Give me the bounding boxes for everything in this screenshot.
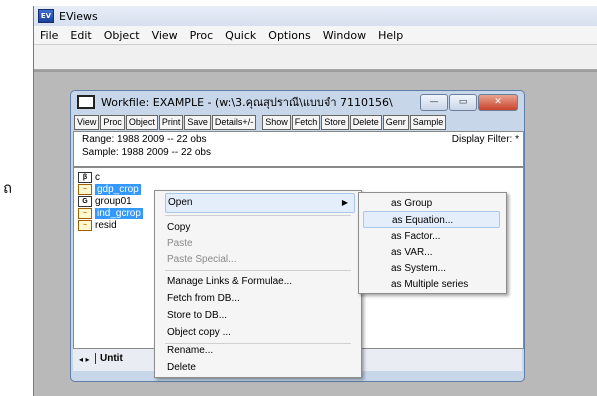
submenu-as-equation[interactable]: as Equation... (363, 211, 500, 228)
menu-object[interactable]: Object (98, 29, 146, 42)
tab-scroll-arrows-icon[interactable]: ◂ ▸ (79, 355, 90, 364)
open-submenu: as Group as Equation... as Factor... as … (358, 192, 507, 294)
series-icon: ~ (78, 208, 92, 219)
menu-item-open[interactable]: Open ▶ (165, 193, 355, 213)
workfile-titlebar[interactable]: Workfile: EXAMPLE - (w:\3.คุณสุปราณี\แบบ… (71, 91, 524, 113)
menu-edit[interactable]: Edit (64, 29, 97, 42)
sample-button[interactable]: Sample (409, 115, 447, 130)
series-icon: ~ (78, 184, 92, 195)
list-item-gdp-crop[interactable]: ~ gdp_crop (78, 184, 141, 195)
menu-item-fetch-db[interactable]: Fetch from DB... (165, 290, 353, 308)
workfile-info-panel: Range: 1988 2009 -- 22 obs Sample: 1988 … (73, 131, 524, 167)
object-name: resid (95, 220, 117, 231)
store-button[interactable]: Store (321, 115, 349, 130)
series-icon: ~ (78, 220, 92, 231)
menu-bar: File Edit Object View Proc Quick Options… (34, 26, 597, 45)
menu-item-label: Open (168, 197, 193, 208)
display-filter[interactable]: Display Filter: * (452, 134, 519, 145)
submenu-as-multiple-series[interactable]: as Multiple series (363, 276, 500, 293)
app-title: EViews (59, 9, 98, 23)
app-titlebar: EV EViews (34, 6, 597, 26)
workfile-icon (77, 95, 95, 109)
proc-button[interactable]: Proc (100, 115, 125, 130)
command-divider[interactable] (34, 70, 597, 72)
submenu-arrow-icon: ▶ (341, 198, 348, 207)
details-button[interactable]: Details+/- (211, 115, 257, 130)
group-icon: G (78, 196, 92, 207)
list-item-ind-gcrop[interactable]: ~ ind_gcrop (78, 208, 143, 219)
menu-item-object-copy[interactable]: Object copy ... (165, 324, 353, 342)
submenu-as-factor[interactable]: as Factor... (363, 228, 500, 245)
tab-untitled[interactable]: Untit (95, 353, 123, 364)
window-controls: — ▭ ✕ (419, 94, 518, 111)
menu-item-delete[interactable]: Delete (165, 359, 353, 377)
eviews-app-icon[interactable]: EV (38, 9, 54, 23)
menu-separator (165, 270, 351, 271)
menu-file[interactable]: File (34, 29, 64, 42)
workfile-title: Workfile: EXAMPLE - (w:\3.คุณสุปราณี\แบบ… (101, 96, 393, 109)
side-glyph: ถ (3, 179, 13, 197)
menu-item-rename[interactable]: Rename... (165, 342, 353, 360)
object-name: group01 (95, 196, 132, 207)
submenu-as-var[interactable]: as VAR... (363, 244, 500, 261)
menu-quick[interactable]: Quick (219, 29, 262, 42)
range-line[interactable]: Range: 1988 2009 -- 22 obs (82, 134, 207, 145)
coefficient-icon: β (78, 172, 92, 183)
menu-view[interactable]: View (146, 29, 184, 42)
list-item-resid[interactable]: ~ resid (78, 220, 117, 231)
delete-button[interactable]: Delete (349, 115, 382, 130)
object-name: gdp_crop (95, 184, 141, 195)
list-item-c[interactable]: β c (78, 172, 100, 183)
sample-line[interactable]: Sample: 1988 2009 -- 22 obs (82, 147, 211, 158)
print-button[interactable]: Print (158, 115, 184, 130)
menu-help[interactable]: Help (372, 29, 409, 42)
menu-window[interactable]: Window (317, 29, 372, 42)
object-button[interactable]: Object (125, 115, 158, 130)
menu-options[interactable]: Options (262, 29, 316, 42)
save-button[interactable]: Save (184, 115, 211, 130)
close-button[interactable]: ✕ (478, 94, 518, 111)
view-button[interactable]: View (74, 115, 100, 130)
object-name: c (95, 172, 100, 183)
menu-separator (165, 215, 351, 216)
submenu-as-system[interactable]: as System... (363, 260, 500, 277)
submenu-as-group[interactable]: as Group (363, 195, 500, 212)
maximize-button[interactable]: ▭ (449, 94, 477, 111)
menu-item-store-db[interactable]: Store to DB... (165, 307, 353, 325)
fetch-button[interactable]: Fetch (291, 115, 321, 130)
menu-item-manage-links[interactable]: Manage Links & Formulae... (165, 273, 353, 291)
minimize-button[interactable]: — (420, 94, 448, 111)
context-menu: Open ▶ Copy Paste Paste Special... Manag… (154, 190, 362, 378)
object-name: ind_gcrop (95, 208, 143, 219)
list-item-group01[interactable]: G group01 (78, 196, 132, 207)
show-button[interactable]: Show (262, 115, 291, 130)
command-window[interactable] (34, 45, 597, 70)
menu-item-paste-special: Paste Special... (167, 254, 237, 265)
menu-proc[interactable]: Proc (184, 29, 220, 42)
genr-button[interactable]: Genr (382, 115, 409, 130)
workfile-toolbar: View Proc Object Print Save Details+/- S… (74, 115, 447, 130)
